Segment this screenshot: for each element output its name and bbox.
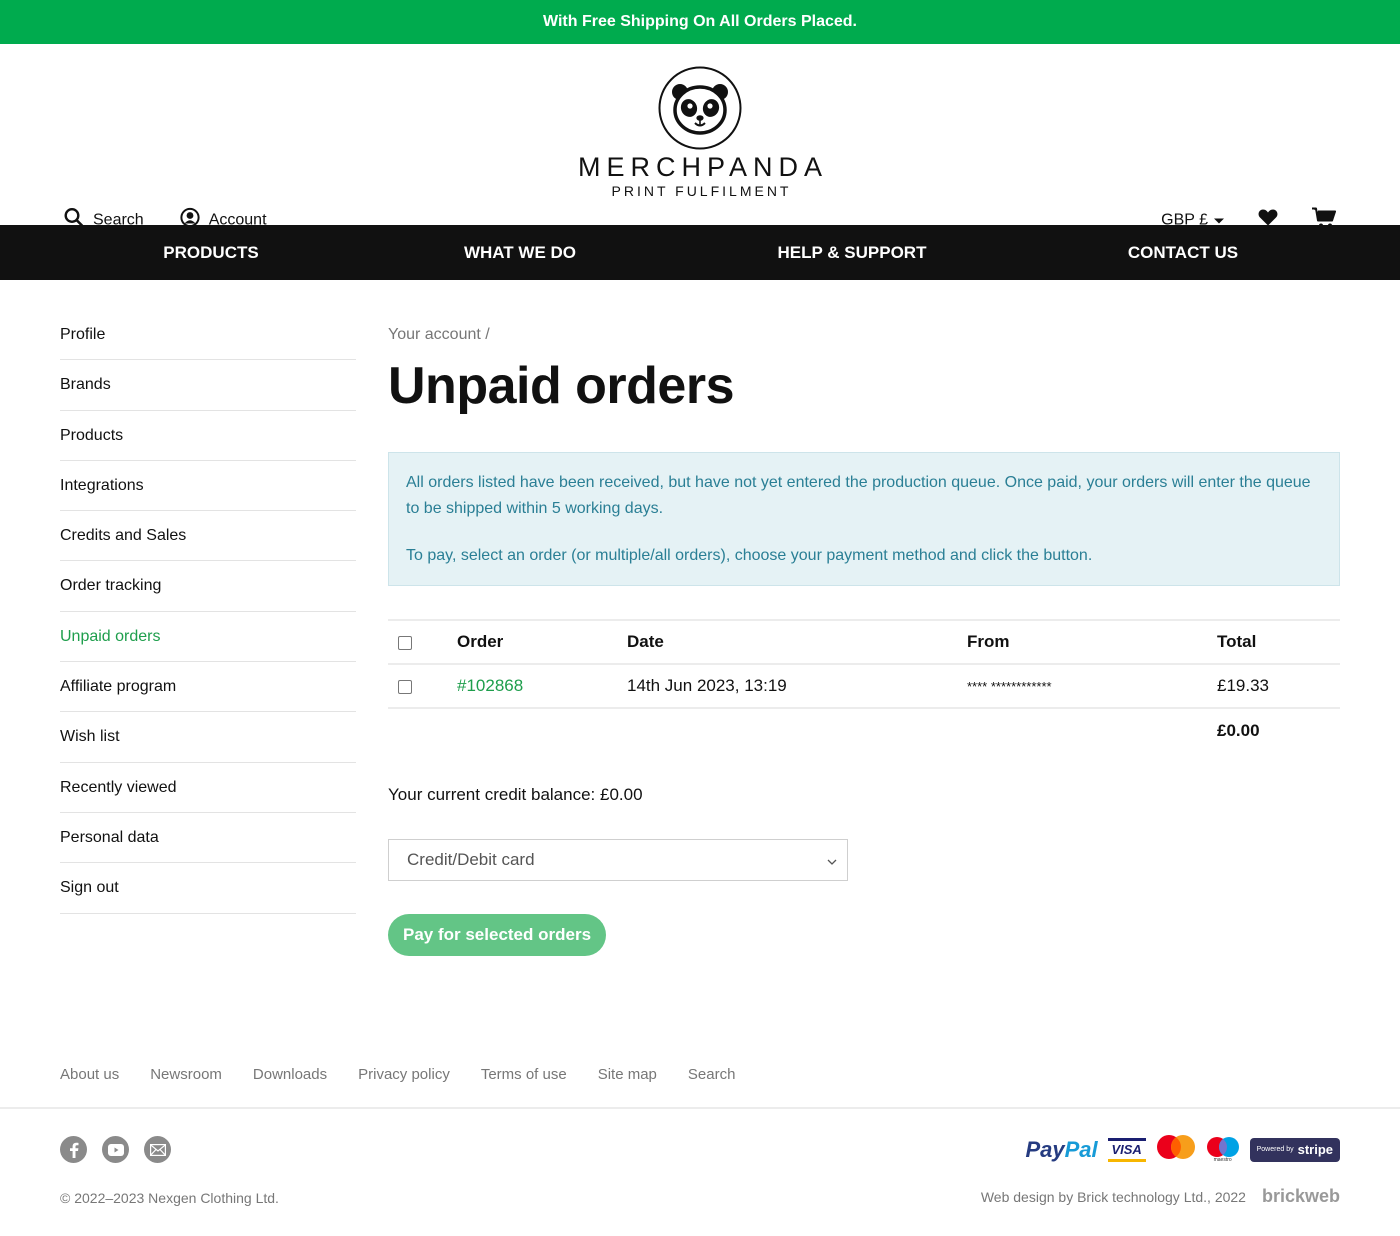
unpaid-orders-table: Order Date From Total #102868 14th Jun 2…	[388, 619, 1340, 752]
nav-products[interactable]: PRODUCTS	[163, 243, 258, 263]
select-all-cell	[388, 620, 457, 664]
sidebar-item-personal-data[interactable]: Personal data	[60, 813, 356, 864]
nav-help-support[interactable]: HELP & SUPPORT	[778, 243, 927, 263]
paypal-logo-pal: Pal	[1064, 1136, 1098, 1162]
promo-banner: With Free Shipping On All Orders Placed.	[0, 0, 1400, 44]
visa-logo: VISA	[1107, 1137, 1146, 1162]
selected-total: £0.00	[1217, 720, 1260, 740]
footer-link-downloads[interactable]: Downloads	[253, 1066, 327, 1083]
logo-brand-name: MERCHPANDA	[577, 152, 829, 182]
paypal-logo: PayPal	[1025, 1136, 1098, 1162]
order-date: 14th Jun 2023, 13:19	[627, 676, 787, 695]
copyright: © 2022–2023 Nexgen Clothing Ltd.	[60, 1190, 279, 1206]
maestro-logo-text: maestro	[1213, 1157, 1232, 1163]
table-header-row: Order Date From Total	[388, 620, 1340, 664]
sidebar-item-products[interactable]: Products	[60, 411, 356, 461]
payment-method-value: Credit/Debit card	[407, 850, 535, 869]
visa-logo-text: VISA	[1111, 1141, 1142, 1157]
site-header: Search Account MERCHPANDA PRINT FULFILME…	[0, 44, 1400, 228]
sidebar-item-affiliate-program[interactable]: Affiliate program	[60, 662, 356, 713]
sidebar-item-wish-list[interactable]: Wish list	[60, 712, 356, 763]
nav-contact-us[interactable]: CONTACT US	[1128, 243, 1238, 263]
sidebar-item-recently-viewed[interactable]: Recently viewed	[60, 763, 356, 813]
panda-logo-icon	[658, 66, 742, 150]
main-content: Your account / Unpaid orders All orders …	[388, 310, 1340, 956]
promo-text: With Free Shipping On All Orders Placed.	[543, 13, 857, 30]
sidebar-item-sign-out[interactable]: Sign out	[60, 863, 356, 914]
info-paragraph-1: All orders listed have been received, bu…	[406, 474, 1311, 517]
footer-link-privacy-policy[interactable]: Privacy policy	[358, 1066, 450, 1083]
sidebar-item-brands[interactable]: Brands	[60, 360, 356, 411]
order-from-masked: **** ************	[967, 679, 1052, 694]
sidebar-item-profile[interactable]: Profile	[60, 310, 356, 361]
nav-what-we-do[interactable]: WHAT WE DO	[464, 243, 576, 263]
select-all-checkbox[interactable]	[398, 635, 412, 650]
order-checkbox[interactable]	[398, 679, 412, 694]
design-credit: Web design by Brick technology Ltd., 202…	[981, 1186, 1340, 1207]
info-paragraph-2: To pay, select an order (or multiple/all…	[406, 547, 1093, 564]
sidebar-item-unpaid-orders[interactable]: Unpaid orders	[60, 612, 356, 663]
account-sidebar: Profile Brands Products Integrations Cre…	[60, 310, 356, 914]
design-credit-text: Web design by Brick technology Ltd., 202…	[980, 1188, 1246, 1205]
sidebar-item-order-tracking[interactable]: Order tracking	[60, 561, 356, 612]
info-notice: All orders listed have been received, bu…	[388, 452, 1340, 586]
footer-link-about-us[interactable]: About us	[60, 1066, 119, 1083]
logo-tagline: PRINT FULFILMENT	[611, 183, 792, 199]
page-title: Unpaid orders	[388, 357, 735, 415]
footer-links: About us Newsroom Downloads Privacy poli…	[60, 1066, 735, 1083]
social-links	[60, 1136, 171, 1163]
stripe-prefix: Powered by	[1256, 1146, 1294, 1153]
order-number-cell: #102868	[457, 664, 627, 708]
order-total: £19.33	[1217, 676, 1269, 695]
payment-method-select[interactable]: Credit/Debit card	[388, 839, 848, 881]
column-header-from: From	[967, 632, 1010, 651]
payment-logos: PayPal VISA maestro Powered by stripe	[1025, 1134, 1340, 1165]
brickweb-logo[interactable]: brickweb	[1262, 1186, 1340, 1207]
column-header-order: Order	[457, 632, 504, 651]
site-logo[interactable]: MERCHPANDA PRINT FULFILMENT	[572, 66, 828, 199]
facebook-icon[interactable]	[60, 1136, 87, 1163]
table-row: #102868 14th Jun 2023, 13:19 **** ******…	[388, 664, 1340, 708]
stripe-wordmark: stripe	[1297, 1142, 1333, 1157]
footer-link-newsroom[interactable]: Newsroom	[150, 1066, 222, 1083]
breadcrumb[interactable]: Your account /	[388, 326, 1340, 346]
footer-link-site-map[interactable]: Site map	[598, 1066, 657, 1083]
sidebar-item-credits-and-sales[interactable]: Credits and Sales	[60, 511, 356, 562]
column-header-total: Total	[1217, 632, 1257, 651]
credit-balance: Your current credit balance: £0.00	[388, 785, 643, 804]
footer-divider	[0, 1107, 1400, 1109]
footer-link-search[interactable]: Search	[688, 1066, 736, 1083]
order-link[interactable]: #102868	[457, 676, 523, 695]
pay-selected-orders-button[interactable]: Pay for selected orders	[388, 914, 607, 956]
order-from: **** ************	[967, 664, 1217, 708]
sidebar-item-integrations[interactable]: Integrations	[60, 461, 356, 512]
row-select-cell	[388, 664, 457, 708]
youtube-icon[interactable]	[102, 1136, 129, 1163]
chevron-down-icon	[827, 850, 837, 870]
column-header-date: Date	[627, 632, 664, 651]
maestro-logo: maestro	[1206, 1136, 1240, 1163]
footer-link-terms-of-use[interactable]: Terms of use	[481, 1066, 567, 1083]
stripe-badge: Powered by stripe	[1249, 1137, 1340, 1162]
selected-total-row: £0.00	[388, 708, 1340, 752]
mastercard-logo	[1156, 1134, 1196, 1165]
email-icon[interactable]	[144, 1136, 171, 1163]
main-nav: PRODUCTS WHAT WE DO HELP & SUPPORT CONTA…	[0, 225, 1400, 280]
account-page: Profile Brands Products Integrations Cre…	[0, 280, 1400, 1060]
